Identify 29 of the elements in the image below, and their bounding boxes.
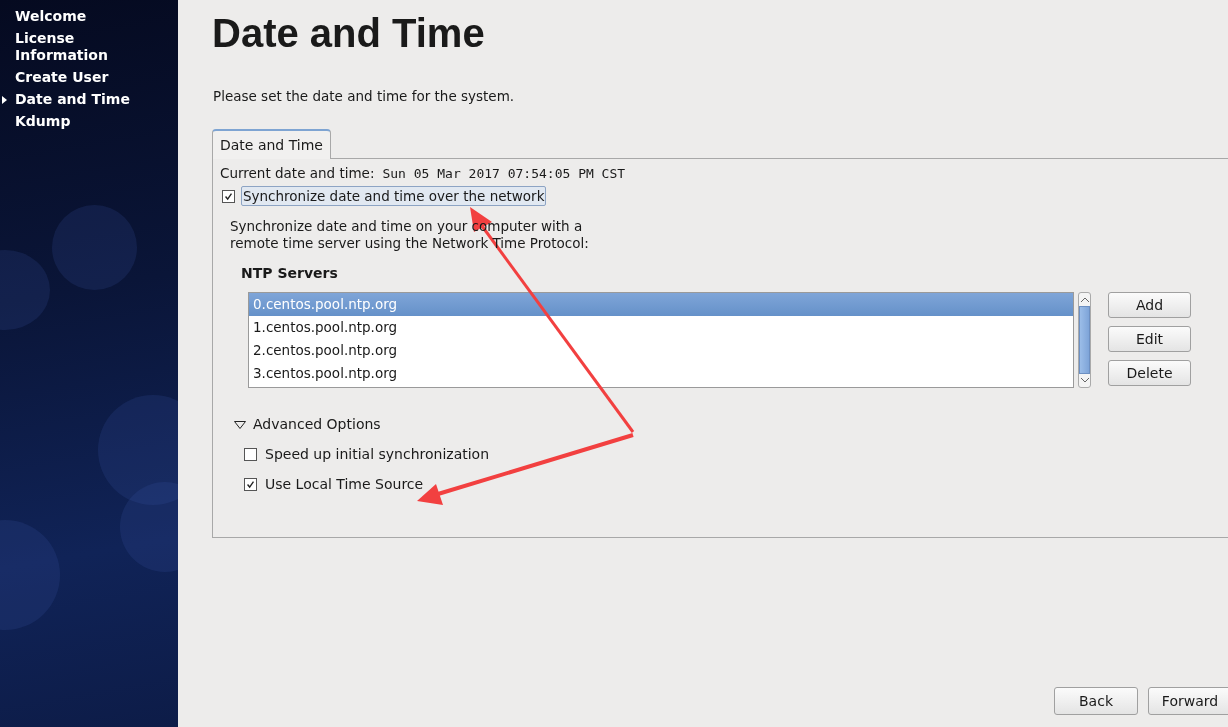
sidebar-item[interactable]: Create User	[15, 69, 155, 86]
sidebar-item[interactable]: License Information	[15, 30, 155, 64]
checkbox-label[interactable]: Synchronize date and time over the network	[241, 186, 547, 206]
checkbox-label[interactable]: Speed up initial synchronization	[265, 446, 490, 462]
sidebar-item[interactable]: Kdump	[15, 113, 155, 130]
page-subtitle: Please set the date and time for the system.	[213, 88, 515, 104]
scroll-down-icon[interactable]	[1080, 378, 1089, 383]
action-button[interactable]: Delete	[1108, 360, 1191, 386]
section-heading: NTP Servers	[241, 265, 338, 281]
sidebar-item[interactable]: Date and Time	[15, 91, 155, 108]
date-time-value: Sun 05 Mar 2017 07:54:05 PM CST	[382, 166, 626, 181]
scrollbar[interactable]	[1078, 292, 1091, 388]
nav-button[interactable]: Back	[1054, 687, 1138, 715]
checkbox[interactable]	[244, 477, 257, 491]
action-button[interactable]: Add	[1108, 292, 1191, 318]
checkbox-label[interactable]: Use Local Time Source	[265, 476, 424, 492]
action-button[interactable]: Edit	[1108, 326, 1191, 352]
tab[interactable]: Date and Time	[212, 129, 331, 159]
page-title: Date and Time	[212, 10, 485, 57]
list-item[interactable]: 1.centos.pool.ntp.org	[249, 316, 1073, 339]
list-item[interactable]: 2.centos.pool.ntp.org	[249, 339, 1073, 362]
field-label: Current date and time:	[220, 165, 375, 181]
nav-button[interactable]: Forward	[1148, 687, 1228, 715]
checkbox[interactable]	[244, 447, 257, 461]
expander[interactable]: Advanced Options	[234, 416, 381, 432]
checkbox[interactable]	[222, 189, 235, 203]
sidebar-item[interactable]: Welcome	[15, 8, 155, 25]
list-item[interactable]: 3.centos.pool.ntp.org	[249, 362, 1073, 385]
scroll-up-icon[interactable]	[1080, 297, 1089, 302]
